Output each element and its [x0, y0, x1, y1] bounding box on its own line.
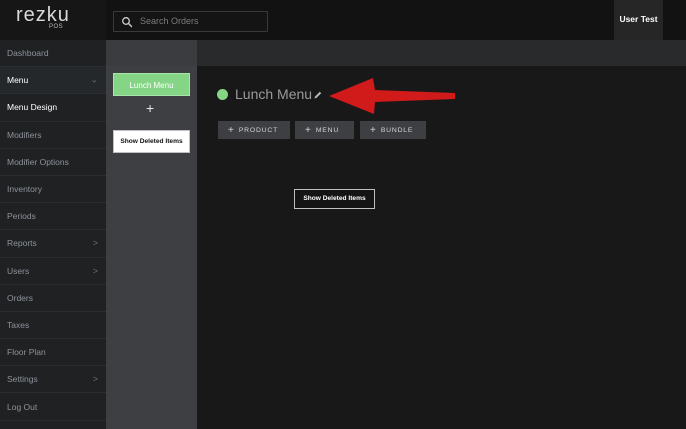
pencil-icon[interactable] — [313, 90, 323, 100]
sidebar-item-label: Inventory — [7, 184, 42, 195]
sidebar-item-floor-plan[interactable]: Floor Plan — [0, 339, 106, 367]
top-bar-spacer — [663, 0, 686, 40]
sidebar-item-reports[interactable]: Reports > — [0, 230, 106, 258]
sidebar: Dashboard Menu ⌄ Menu Design Modifiers Mo… — [0, 40, 106, 429]
add-bundle-button[interactable]: + BUNDLE — [360, 121, 426, 139]
logo-subtext: POS — [49, 24, 64, 30]
chevron-right-icon: > — [92, 265, 98, 276]
button-label: PRODUCT — [238, 127, 279, 134]
sidebar-item-dashboard[interactable]: Dashboard — [0, 40, 106, 68]
plus-icon: + — [305, 125, 311, 136]
sidebar-item-inventory[interactable]: Inventory — [0, 176, 106, 204]
sidebar-item-label: Modifier Options — [7, 156, 69, 167]
add-menu-button[interactable]: + — [146, 100, 154, 116]
chevron-right-icon: > — [92, 374, 98, 385]
sidebar-item-label: Menu — [7, 75, 29, 86]
plus-icon: + — [370, 125, 376, 136]
search-icon — [122, 17, 133, 28]
top-bar: rezku POS Search Orders User Test — [0, 0, 686, 40]
sidebar-item-taxes[interactable]: Taxes — [0, 312, 106, 340]
sidebar-item-label: Periods — [7, 211, 36, 222]
sidebar-item-orders[interactable]: Orders — [0, 285, 106, 312]
sidebar-item-label: Log Out — [7, 401, 38, 412]
show-deleted-items-button[interactable]: Show Deleted Items — [113, 130, 190, 153]
sidebar-item-label: Floor Plan — [7, 347, 46, 358]
add-product-button[interactable]: + PRODUCT — [218, 121, 290, 139]
menus-column: Lunch Menu + Show Deleted Items — [106, 40, 197, 429]
sidebar-item-modifier-options[interactable]: Modifier Options — [0, 149, 106, 176]
main-panel: Lunch Menu + PRODUCT + MENU + BUNDLE Show D… — [197, 40, 686, 429]
menu-status-dot — [217, 89, 228, 100]
sidebar-item-label: Settings — [7, 374, 38, 385]
sidebar-item-label: Reports — [7, 238, 37, 249]
logo[interactable]: rezku POS — [0, 0, 106, 40]
sidebar-item-label: Menu Design — [7, 102, 58, 113]
red-arrow-annotation — [329, 78, 455, 114]
app-window: rezku POS Search Orders User Test Dashbo… — [0, 0, 686, 429]
main-header-bar — [197, 40, 686, 66]
sidebar-item-periods[interactable]: Periods — [0, 203, 106, 231]
lunch-menu-button[interactable]: Lunch Menu — [113, 73, 190, 96]
sidebar-item-settings[interactable]: Settings > — [0, 366, 106, 394]
sidebar-item-label: Dashboard — [7, 48, 49, 59]
sidebar-item-log-out[interactable]: Log Out — [0, 393, 106, 421]
user-menu-button[interactable]: User Test — [614, 0, 663, 40]
add-menu-item-button[interactable]: + MENU — [295, 121, 354, 139]
show-deleted-items-main-button[interactable]: Show Deleted Items — [294, 189, 375, 209]
sidebar-item-label: Modifiers — [7, 129, 42, 140]
sidebar-item-menu[interactable]: Menu ⌄ — [0, 67, 106, 95]
sidebar-item-label: Users — [7, 265, 30, 276]
button-label: MENU — [315, 127, 340, 134]
menus-column-header — [106, 40, 197, 66]
search-placeholder: Search Orders — [140, 16, 199, 26]
button-label: BUNDLE — [380, 127, 414, 134]
sidebar-item-modifiers[interactable]: Modifiers — [0, 122, 106, 149]
sidebar-item-label: Taxes — [7, 319, 30, 330]
sidebar-item-users[interactable]: Users > — [0, 258, 106, 285]
sidebar-item-menu-design[interactable]: Menu Design — [0, 94, 106, 122]
plus-icon: + — [228, 125, 234, 136]
search-input[interactable]: Search Orders — [113, 11, 268, 32]
sidebar-item-label: Orders — [7, 292, 33, 303]
chevron-right-icon: > — [92, 238, 98, 249]
menu-title: Lunch Menu — [235, 86, 313, 102]
chevron-down-icon: ⌄ — [90, 74, 98, 85]
